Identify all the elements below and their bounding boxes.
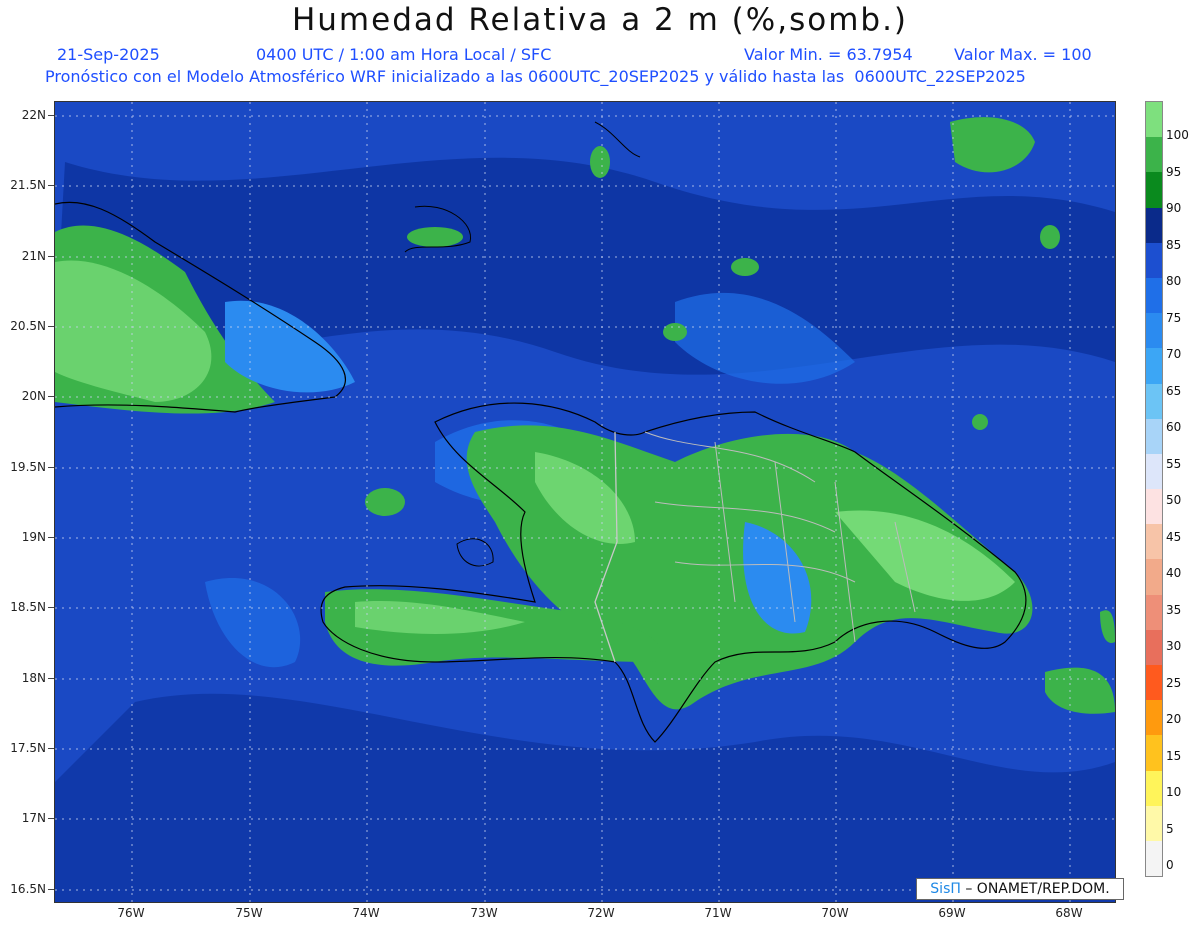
- color-scale-label: 30: [1166, 639, 1182, 653]
- lon-tick-label: 73W: [470, 906, 498, 920]
- color-scale-label: 15: [1166, 748, 1182, 763]
- min-value: Valor Min. = 63.7954: [744, 45, 913, 64]
- color-swatch: [1146, 559, 1162, 595]
- color-scale-label: 65: [1166, 383, 1182, 398]
- lat-tick-label: 17N: [0, 811, 54, 825]
- forecast-time: 0400 UTC / 1:00 am Hora Local / SFC: [256, 45, 552, 64]
- sispi-logo: SisΠ: [930, 881, 961, 897]
- map-svg: [55, 102, 1115, 902]
- color-swatch: [1146, 594, 1162, 630]
- color-swatch: [1146, 735, 1162, 771]
- lon-tick-label: 68W: [1055, 906, 1083, 920]
- lat-tick-label: 18N: [0, 671, 54, 685]
- color-scale-label: 25: [1166, 675, 1182, 690]
- lat-tick-label: 21.5N: [0, 178, 54, 192]
- max-value: Valor Max. = 100: [954, 45, 1092, 64]
- color-scale-label: 55: [1166, 456, 1182, 471]
- color-scale-label: 90: [1166, 201, 1182, 215]
- color-swatch: [1146, 665, 1162, 701]
- color-swatch: [1146, 700, 1162, 736]
- color-scale: [1145, 101, 1163, 878]
- lon-tick-label: 70W: [821, 906, 849, 920]
- color-swatch: [1146, 418, 1162, 454]
- credit-text: – ONAMET/REP.DOM.: [960, 881, 1110, 897]
- color-swatch: [1146, 840, 1162, 877]
- lon-tick-label: 69W: [938, 906, 966, 920]
- lat-tick-label: 18.5N: [0, 600, 54, 614]
- lat-tick-label: 20N: [0, 389, 54, 403]
- color-scale-label: 60: [1166, 420, 1182, 434]
- color-scale-label: 85: [1166, 237, 1182, 252]
- color-swatch: [1146, 629, 1162, 665]
- color-swatch: [1146, 277, 1162, 314]
- color-swatch: [1146, 102, 1162, 138]
- color-scale-label: 70: [1166, 347, 1182, 361]
- color-scale-label: 95: [1166, 164, 1182, 179]
- lat-tick-label: 21N: [0, 249, 54, 263]
- color-swatch: [1146, 207, 1162, 243]
- lon-tick-label: 75W: [235, 906, 263, 920]
- credit-box: SisΠ – ONAMET/REP.DOM.: [916, 878, 1124, 900]
- color-scale-label: 20: [1166, 712, 1182, 726]
- color-swatch: [1146, 524, 1162, 560]
- color-scale-label: 75: [1166, 310, 1182, 325]
- humidity-map: [54, 101, 1116, 903]
- lat-tick-label: 20.5N: [0, 319, 54, 333]
- lat-tick-label: 19.5N: [0, 460, 54, 474]
- color-scale-label: 45: [1166, 529, 1182, 544]
- lat-tick-label: 16.5N: [0, 882, 54, 896]
- map-title: Humedad Relativa a 2 m (%,somb.): [291, 2, 909, 38]
- color-swatch: [1146, 348, 1162, 384]
- lon-tick-label: 72W: [587, 906, 615, 920]
- lon-tick-label: 74W: [352, 906, 380, 920]
- color-swatch: [1146, 770, 1162, 806]
- color-swatch: [1146, 383, 1162, 419]
- forecast-date: 21-Sep-2025: [57, 45, 160, 64]
- color-swatch: [1146, 805, 1162, 841]
- color-swatch: [1146, 489, 1162, 525]
- color-swatch: [1146, 313, 1162, 349]
- color-scale-label: 80: [1166, 274, 1182, 288]
- color-swatch: [1146, 453, 1162, 490]
- color-scale-label: 40: [1166, 566, 1182, 580]
- color-scale-label: 50: [1166, 493, 1182, 507]
- lat-tick-label: 19N: [0, 530, 54, 544]
- color-scale-label: 100: [1166, 128, 1189, 142]
- color-swatch: [1146, 242, 1162, 278]
- color-swatch: [1146, 172, 1162, 208]
- color-scale-label: 5: [1166, 821, 1174, 836]
- color-scale-label: 10: [1166, 785, 1182, 799]
- lon-tick-label: 76W: [117, 906, 145, 920]
- color-scale-label: 0: [1166, 858, 1174, 872]
- lat-tick-label: 22N: [0, 108, 54, 122]
- color-swatch: [1146, 137, 1162, 173]
- lat-tick-label: 17.5N: [0, 741, 54, 755]
- model-subtitle: Pronóstico con el Modelo Atmosférico WRF…: [45, 67, 1026, 86]
- lon-tick-label: 71W: [704, 906, 732, 920]
- color-scale-label: 35: [1166, 602, 1182, 617]
